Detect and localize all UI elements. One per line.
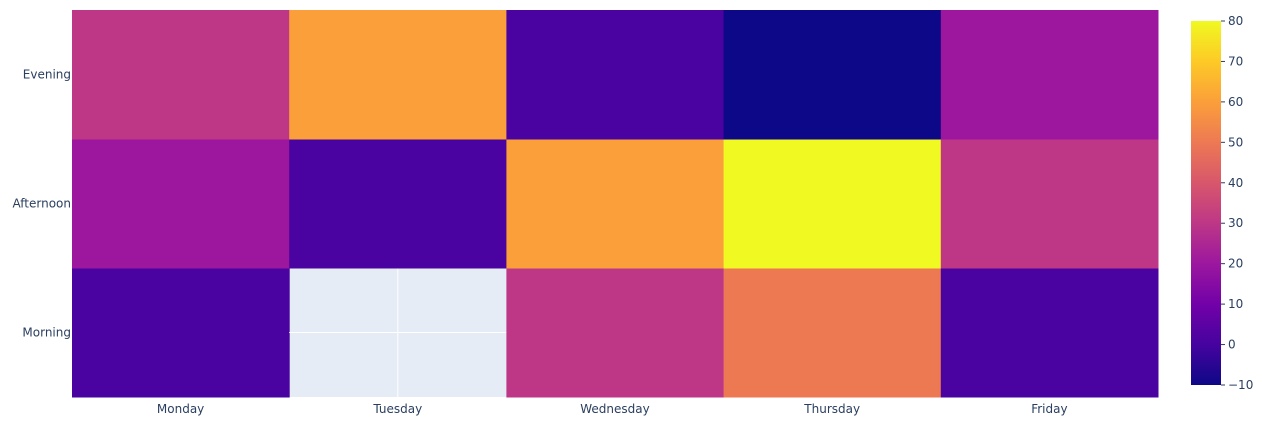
heatmap-cell-friday-evening [940,10,1159,140]
heatmap-cell-thursday-afternoon [723,139,942,269]
colorbar: −10 0 10 20 30 40 50 60 70 80 [1191,14,1253,392]
x-tick-label: Thursday [803,402,860,416]
heatmap-cell-thursday-evening [723,10,942,140]
plot-area [72,10,1159,398]
x-tick-label: Wednesday [580,402,649,416]
heatmap-cell-monday-afternoon [72,139,290,269]
y-tick-label: Morning [22,326,71,340]
x-tick-label: Monday [157,402,204,416]
colorbar-tick-label: 10 [1228,297,1243,311]
heatmap-cell-monday-morning [72,268,290,398]
colorbar-gradient [1191,21,1221,385]
x-axis: Monday Tuesday Wednesday Thursday Friday [157,402,1068,416]
x-tick-label: Friday [1031,402,1067,416]
y-axis: Morning Afternoon Evening [13,68,72,340]
colorbar-tick-label: 40 [1228,176,1243,190]
colorbar-tick-label: 70 [1228,54,1243,68]
heatmap-cell-tuesday-afternoon [289,139,507,269]
colorbar-tick-label: 20 [1228,257,1243,271]
y-tick-label: Afternoon [13,197,72,211]
colorbar-tick-label: 80 [1228,14,1243,28]
heatmap-cell-monday-evening [72,10,290,140]
y-tick-label: Evening [23,68,71,82]
heatmap-cell-friday-morning [940,268,1159,398]
heatmap-chart: Monday Tuesday Wednesday Thursday Friday Mor… [13,10,1253,416]
heatmap-cell-wednesday-evening [506,10,725,140]
heatmap-cell-wednesday-afternoon [506,139,725,269]
colorbar-tick-label: −10 [1228,378,1253,392]
colorbar-tick-label: 60 [1228,95,1243,109]
x-tick-label: Tuesday [372,402,422,416]
colorbar-tick-label: 30 [1228,216,1243,230]
colorbar-tick-label: 0 [1228,338,1236,352]
heatmap-cell-wednesday-morning [506,268,725,398]
colorbar-tick-label: 50 [1228,135,1243,149]
heatmap-cell-friday-afternoon [940,139,1159,269]
heatmap-cell-tuesday-evening [289,10,507,140]
heatmap-cell-thursday-morning [723,268,942,398]
